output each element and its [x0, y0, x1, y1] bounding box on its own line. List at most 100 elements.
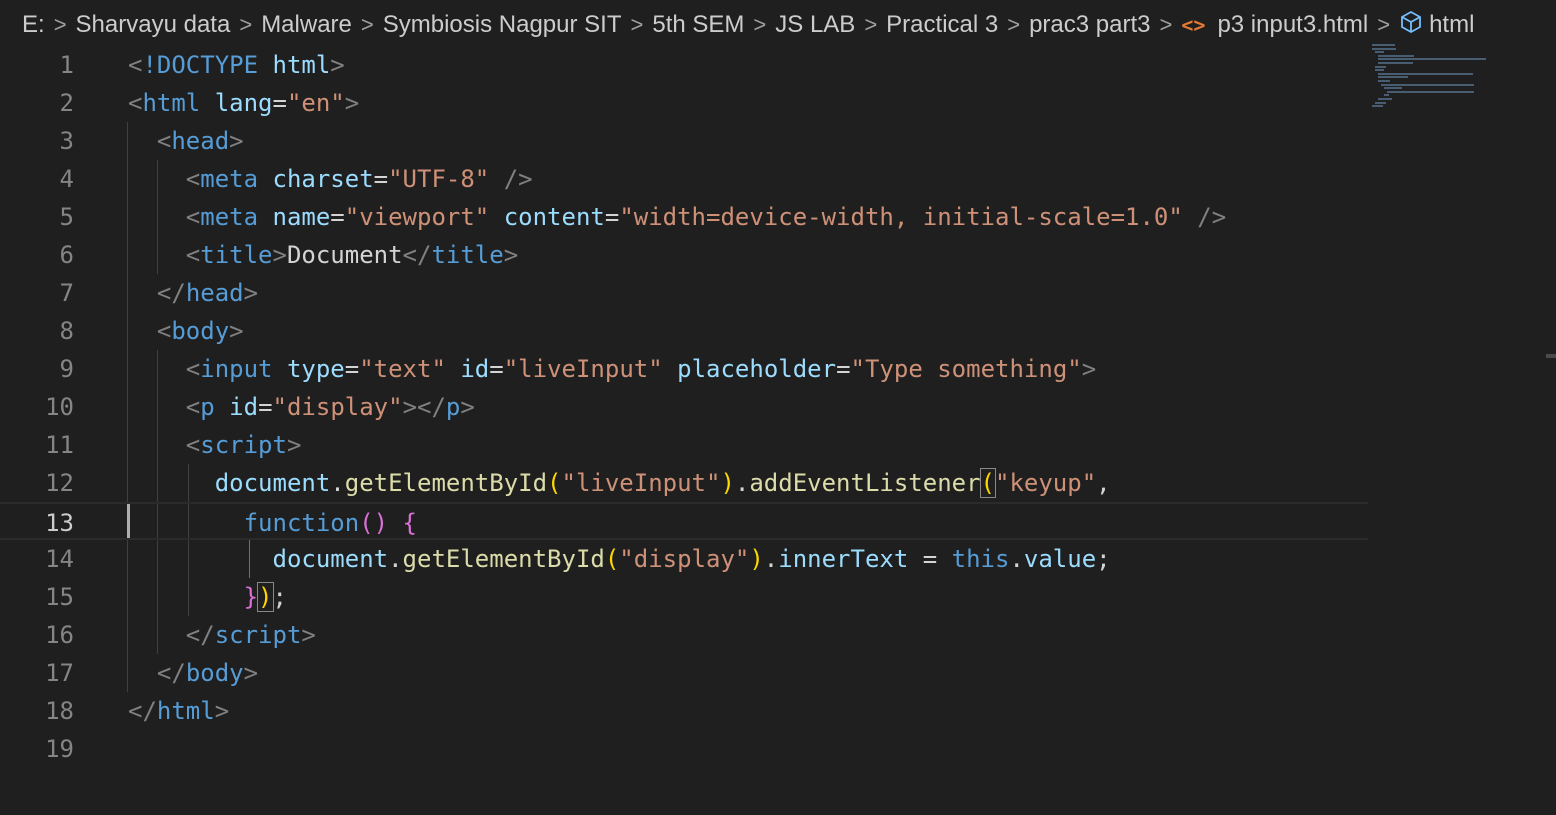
- code-token: (: [979, 468, 997, 498]
- code-token: =: [272, 89, 287, 117]
- code-line[interactable]: 1 <!DOCTYPE html>: [0, 46, 1368, 84]
- code-line[interactable]: 10 <p id="display"></p>: [0, 388, 1368, 426]
- code-editor[interactable]: 1 <!DOCTYPE html> 2 <html lang="en"> 3 <head…: [0, 46, 1556, 815]
- minimap-line: [1378, 62, 1413, 64]
- breadcrumb-item[interactable]: 5th SEM: [652, 11, 744, 39]
- line-number: 13: [45, 509, 74, 537]
- line-number: 7: [59, 279, 74, 307]
- line-number: 3: [59, 127, 74, 155]
- code-line[interactable]: 3 <head>: [0, 122, 1368, 160]
- breadcrumb-label: 5th SEM: [652, 11, 745, 38]
- code-line[interactable]: 13 function() {: [0, 502, 1368, 540]
- line-number: 5: [59, 203, 74, 231]
- breadcrumb-item[interactable]: Symbiosis Nagpur SIT: [383, 11, 622, 39]
- code-line[interactable]: 11 <script>: [0, 426, 1368, 464]
- code-line[interactable]: 6 <title>Document</title>: [0, 236, 1368, 274]
- code-token: "viewport": [344, 203, 490, 231]
- line-number: 8: [59, 317, 74, 345]
- minimap-line: [1378, 80, 1390, 82]
- code-line[interactable]: 16 </script>: [0, 616, 1368, 654]
- minimap-line: [1375, 101, 1386, 104]
- code-token: "display": [619, 545, 750, 573]
- code-token: (: [604, 545, 620, 573]
- chevron-right-icon: >: [360, 12, 374, 37]
- code-token: </: [128, 697, 157, 725]
- code-token: <: [128, 51, 143, 79]
- code-line[interactable]: 14 document.getElementById("display").in…: [0, 540, 1368, 578]
- code-token: title: [200, 241, 273, 269]
- code-token: .: [330, 469, 345, 497]
- code-token: </: [402, 241, 432, 269]
- line-number: 9: [59, 355, 74, 383]
- code-token: "liveInput": [561, 469, 721, 497]
- code-line[interactable]: 7 </head>: [0, 274, 1368, 312]
- line-number: 18: [45, 697, 74, 725]
- breadcrumb-item[interactable]: <> p3 input3.html: [1181, 11, 1368, 39]
- code-token: =: [908, 545, 952, 573]
- code-token: "UTF-8": [388, 165, 490, 193]
- code-token: body: [185, 659, 244, 687]
- chevron-right-icon: >: [1377, 12, 1391, 37]
- line-number: 4: [59, 165, 74, 193]
- minimap-line: [1378, 58, 1486, 61]
- chevron-right-icon: >: [1159, 12, 1173, 37]
- breadcrumb-item[interactable]: JS LAB: [775, 11, 855, 39]
- code-line[interactable]: 5 <meta name="viewport" content="width=d…: [0, 198, 1368, 236]
- code-token: =: [258, 393, 273, 421]
- breadcrumb-item[interactable]: Sharvayu data: [76, 11, 231, 39]
- code-line[interactable]: 12 document.getElementById("liveInput").…: [0, 464, 1368, 502]
- code-line[interactable]: 4 <meta charset="UTF-8" />: [0, 160, 1368, 198]
- code-line[interactable]: 9 <input type="text" id="liveInput" plac…: [0, 350, 1368, 388]
- scrollbar[interactable]: [1546, 354, 1556, 358]
- line-number: 19: [45, 735, 74, 763]
- breadcrumb-item[interactable]: Malware: [261, 11, 352, 39]
- minimap-line: [1384, 94, 1389, 97]
- minimap-line: [1378, 54, 1414, 57]
- code-token: charset: [272, 165, 374, 193]
- chevron-right-icon: >: [239, 12, 253, 37]
- code-line[interactable]: 19: [0, 730, 1368, 768]
- code-token: meta: [200, 165, 259, 193]
- code-token: html: [142, 89, 201, 117]
- code-line[interactable]: 2 <html lang="en">: [0, 84, 1368, 122]
- code-line[interactable]: 17 </body>: [0, 654, 1368, 692]
- code-line[interactable]: 15 });: [0, 578, 1368, 616]
- cube-icon: [1399, 10, 1423, 41]
- code-token: html: [156, 697, 215, 725]
- line-number: 10: [45, 393, 74, 421]
- breadcrumb-item[interactable]: E:: [22, 11, 45, 39]
- code-token: value: [1023, 545, 1097, 573]
- code-token: >: [1081, 355, 1097, 383]
- minimap-line: [1378, 98, 1392, 100]
- minimap-line: [1375, 69, 1384, 72]
- code-line[interactable]: 18 </html>: [0, 692, 1368, 730]
- breadcrumb-item[interactable]: html: [1399, 10, 1474, 41]
- breadcrumb-item[interactable]: prac3 part3: [1029, 11, 1150, 39]
- code-token: <: [185, 355, 201, 383]
- code-line[interactable]: 8 <body>: [0, 312, 1368, 350]
- minimap[interactable]: [1372, 44, 1542, 124]
- code-token: content: [503, 203, 605, 231]
- code-token: head: [185, 279, 244, 307]
- code-token: />: [503, 165, 533, 193]
- breadcrumb-item[interactable]: Practical 3: [886, 11, 998, 39]
- line-number: 1: [59, 51, 74, 79]
- code-token: "en": [286, 89, 345, 117]
- minimap-line: [1381, 83, 1474, 86]
- breadcrumb-label: Sharvayu data: [75, 11, 231, 38]
- breadcrumb: E: > Sharvayu data > Malware > Symbiosis Nagpu…: [0, 0, 1556, 50]
- code-token: "liveInput": [503, 355, 663, 383]
- chevron-right-icon: >: [1007, 12, 1021, 37]
- code-text: <title>Document</title>: [128, 236, 518, 274]
- chevron-right-icon: >: [864, 12, 878, 37]
- code-text: document.getElementById("display").inner…: [128, 540, 1111, 578]
- code-token: >: [214, 697, 230, 725]
- code-token: =: [344, 355, 360, 383]
